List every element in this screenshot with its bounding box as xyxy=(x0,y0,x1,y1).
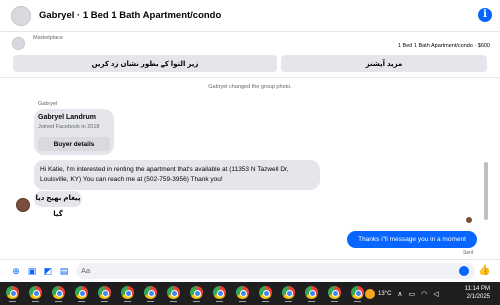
message-placeholder: Aa xyxy=(81,266,91,275)
incoming-message[interactable]: Hi Katie, I'm interested in renting the … xyxy=(34,160,320,190)
outgoing-message[interactable]: Thanks i"ll message you in a moment xyxy=(347,231,477,248)
gif-icon[interactable]: ▤ xyxy=(59,266,69,276)
seen-avatar xyxy=(466,217,472,223)
chrome-taskbar-icon[interactable] xyxy=(257,285,274,302)
chrome-taskbar-icon[interactable] xyxy=(211,285,228,302)
chrome-taskbar-icon[interactable] xyxy=(119,285,136,302)
profile-card: Gabryel Landrum Joined Facebook in 2018 … xyxy=(34,109,114,155)
weather-icon[interactable] xyxy=(365,289,375,299)
chat-avatar[interactable] xyxy=(11,5,31,26)
message-input[interactable]: Aa xyxy=(76,263,475,279)
chrome-taskbar-icon[interactable] xyxy=(96,285,113,302)
clock[interactable]: 11:14 PM 2/1/2025 xyxy=(465,285,490,301)
composer-bar: ⊕ ▣ ◩ ▤ Aa 👍 xyxy=(0,259,500,282)
more-options-button[interactable]: مزید آپشنز xyxy=(281,55,487,72)
chrome-taskbar-icon[interactable] xyxy=(27,285,44,302)
sender-name: Gabryel xyxy=(38,101,58,107)
sender-avatar[interactable] xyxy=(16,198,30,212)
thread-scrollbar[interactable] xyxy=(483,84,489,252)
emoji-icon[interactable] xyxy=(459,266,469,276)
sent-status: Sent xyxy=(463,250,474,256)
listing-thumbnail[interactable] xyxy=(12,37,25,50)
chrome-taskbar-icon[interactable] xyxy=(349,285,366,302)
chrome-taskbar-icon[interactable] xyxy=(280,285,297,302)
plus-icon[interactable]: ⊕ xyxy=(11,266,21,276)
sticker-icon[interactable]: ◩ xyxy=(43,266,53,276)
clock-time: 11:14 PM xyxy=(464,286,490,292)
chrome-taskbar-icon[interactable] xyxy=(303,285,320,302)
listing-title[interactable]: 1 Bed 1 Bath Apartment/condo · $600 xyxy=(398,43,490,49)
clock-date: 2/1/2025 xyxy=(466,294,490,300)
scroll-thumb[interactable] xyxy=(484,162,488,220)
system-tray: 13°C ∧ ▭ ◠ ◁ xyxy=(365,287,439,301)
chrome-taskbar-icon[interactable] xyxy=(50,285,67,302)
chrome-taskbar-icon[interactable] xyxy=(326,285,343,302)
temperature[interactable]: 13°C xyxy=(378,291,391,297)
info-icon[interactable]: i xyxy=(478,8,492,22)
chat-header: Gabryel · 1 Bed 1 Bath Apartment/condo i xyxy=(0,0,500,32)
mark-pending-button[interactable]: زیر التوا کے بطور نشان زد کریں xyxy=(13,55,277,72)
volume-icon[interactable]: ◁ xyxy=(433,290,438,298)
chrome-taskbar-icon[interactable] xyxy=(165,285,182,302)
windows-taskbar: 13°C ∧ ▭ ◠ ◁ 11:14 PM 2/1/2025 xyxy=(0,282,500,305)
profile-joined: Joined Facebook in 2018 xyxy=(38,124,100,130)
image-icon[interactable]: ▣ xyxy=(27,266,37,276)
marketplace-label: Marketplace xyxy=(33,35,63,41)
chrome-taskbar-icon[interactable] xyxy=(142,285,159,302)
chrome-taskbar-icon[interactable] xyxy=(4,285,21,302)
buyer-details-button[interactable]: Buyer details xyxy=(38,137,110,151)
profile-name: Gabryel Landrum xyxy=(38,114,96,121)
chrome-taskbar-icon[interactable] xyxy=(234,285,251,302)
chevron-up-icon[interactable]: ∧ xyxy=(397,290,402,298)
incoming-status-message[interactable]: پیغام بھیج دیا گیا xyxy=(34,191,82,218)
wifi-icon[interactable]: ◠ xyxy=(421,290,427,298)
network-icon[interactable]: ▭ xyxy=(409,290,416,298)
like-icon[interactable]: 👍 xyxy=(478,265,490,277)
system-message: Gabryel changed the group photo. xyxy=(208,84,292,90)
chrome-taskbar-icon[interactable] xyxy=(188,285,205,302)
chrome-taskbar-icon[interactable] xyxy=(73,285,90,302)
taskbar-apps xyxy=(4,285,366,302)
chat-title[interactable]: Gabryel · 1 Bed 1 Bath Apartment/condo xyxy=(39,10,221,21)
